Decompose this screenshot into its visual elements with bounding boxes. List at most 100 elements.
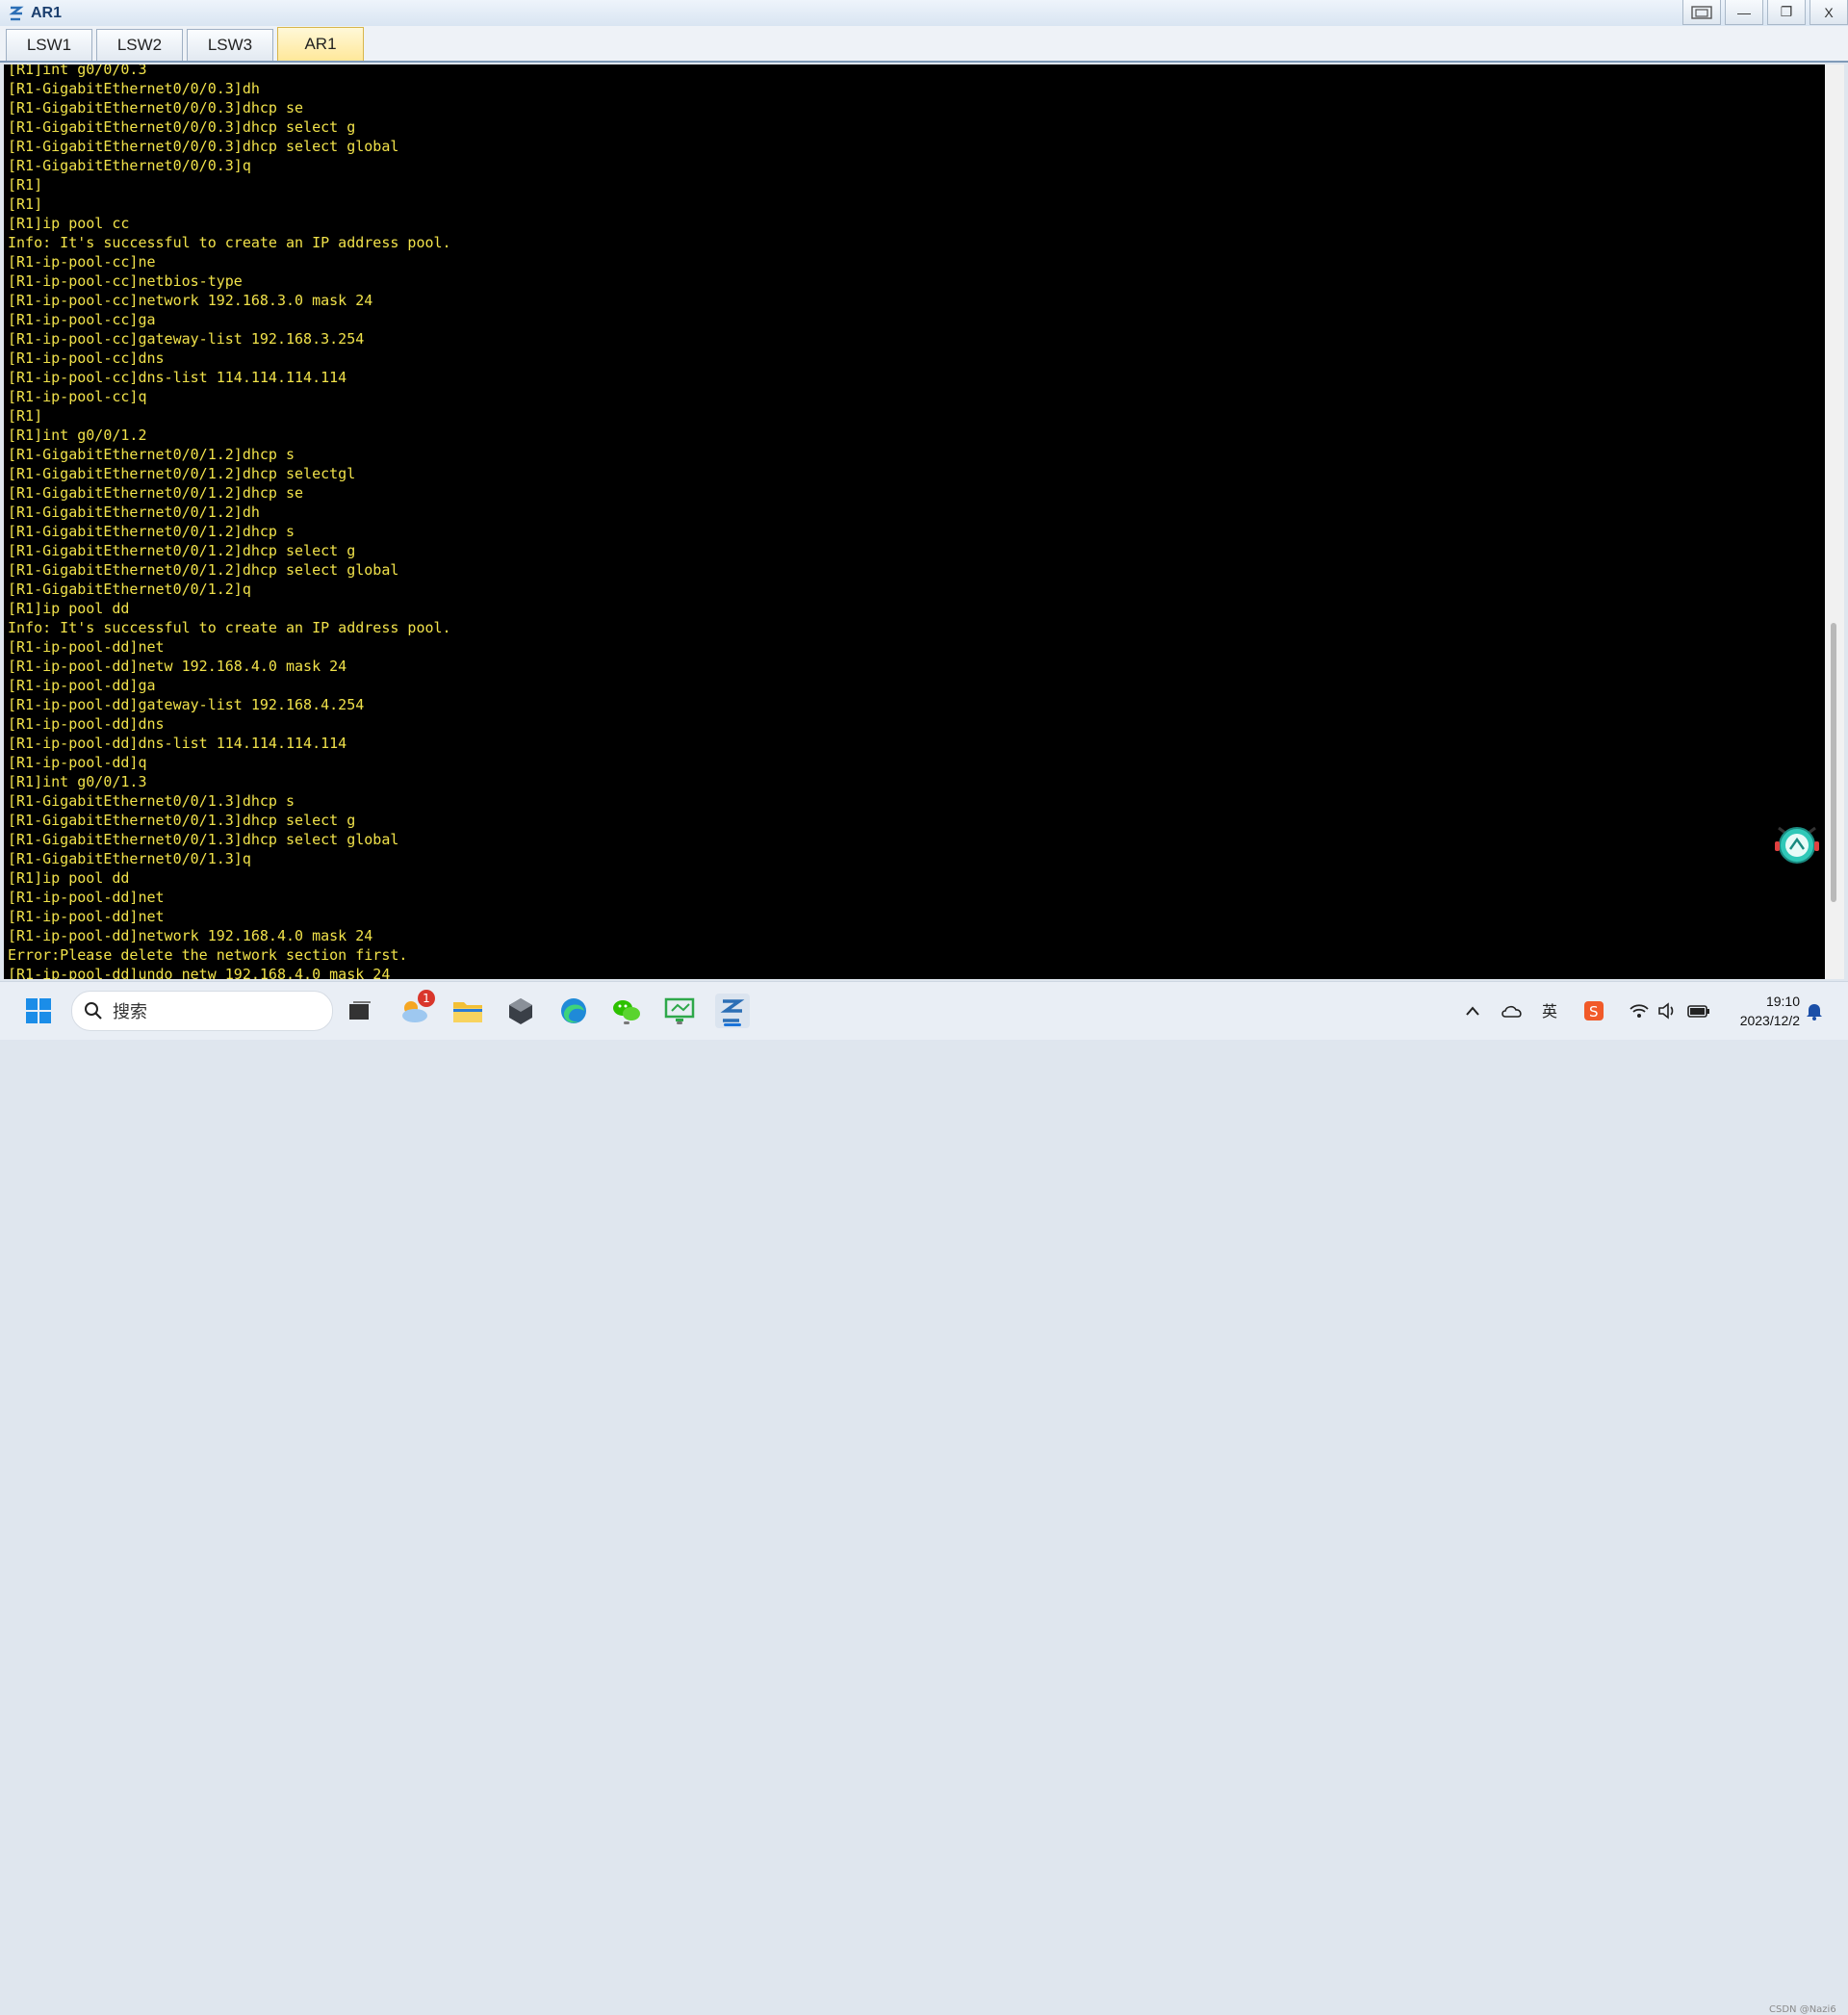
maximize-button[interactable]: ❐ [1767, 0, 1806, 25]
svg-text:英: 英 [1542, 1002, 1557, 1020]
terminal-line: [R1-ip-pool-cc]q [8, 388, 147, 405]
onedrive-tray[interactable] [1500, 999, 1525, 1022]
wifi-tray[interactable] [1627, 999, 1652, 1022]
device-tab-bar: LSW1 LSW2 LSW3 AR1 [0, 26, 1848, 63]
ime-tray[interactable]: 英 [1538, 999, 1563, 1022]
terminal-line: [R1-ip-pool-cc]netbios-type [8, 272, 243, 290]
virtualbox-button[interactable] [503, 994, 538, 1028]
floating-assistant-icon[interactable] [1773, 820, 1821, 865]
terminal-line: [R1]int g0/0/1.2 [8, 426, 147, 444]
weather-badge: 1 [418, 990, 435, 1007]
window-titlebar: AR1 — ❐ X [0, 0, 1848, 27]
battery-tray[interactable] [1686, 999, 1711, 1022]
terminal-line: [R1] [8, 176, 43, 194]
terminal-line: [R1-GigabitEthernet0/0/0.3]dh [8, 80, 260, 97]
terminal-line: [R1-ip-pool-dd]net [8, 889, 165, 906]
terminal-line: [R1-GigabitEthernet0/0/0.3]dhcp select g… [8, 138, 399, 155]
terminal-line: [R1-ip-pool-cc]network 192.168.3.0 mask … [8, 292, 373, 309]
terminal-line: [R1]ip pool dd [8, 600, 130, 617]
terminal-line: [R1-GigabitEthernet0/0/1.3]dhcp select g [8, 812, 356, 829]
wechat-icon [613, 1000, 640, 1020]
ensp-app-icon [9, 6, 24, 20]
wifi-icon [1630, 1004, 1649, 1018]
terminal-line: [R1-GigabitEthernet0/0/1.2]dhcp selectgl [8, 465, 356, 482]
terminal-line: [R1-ip-pool-cc]dns-list 114.114.114.114 [8, 369, 347, 386]
folder-icon [453, 1002, 482, 1022]
terminal-line: [R1-GigabitEthernet0/0/0.3]q [8, 157, 251, 174]
clock-time: 19:10 [1765, 994, 1800, 1009]
close-button[interactable]: X [1810, 0, 1848, 25]
console-terminal[interactable]: [R1]int g0/0/0.3 [R1-GigabitEthernet0/0/0… [4, 65, 1825, 979]
terminal-line: [R1-ip-pool-dd]dns [8, 715, 165, 733]
bell-icon [1807, 1004, 1822, 1020]
tab-lsw3[interactable]: LSW3 [187, 29, 273, 61]
terminal-line: [R1-GigabitEthernet0/0/1.3]dhcp select g… [8, 831, 399, 848]
terminal-line: [R1-GigabitEthernet0/0/0.3]dhcp se [8, 99, 304, 116]
terminal-line: Info: It's successful to create an IP ad… [8, 234, 451, 251]
terminal-line: [R1-GigabitEthernet0/0/1.3]dhcp s [8, 792, 295, 810]
terminal-line: [R1-ip-pool-dd]gateway-list 192.168.4.25… [8, 696, 365, 713]
search-placeholder: 搜索 [113, 1002, 147, 1022]
chevron-up-icon [1466, 1006, 1479, 1016]
terminal-line: [R1-GigabitEthernet0/0/1.2]q [8, 581, 251, 598]
sogou-tray[interactable]: S [1581, 999, 1606, 1022]
taskbar-clock[interactable]: 19:10 2023/12/2 [1723, 992, 1800, 1030]
terminal-line: [R1-ip-pool-dd]dns-list 114.114.114.114 [8, 735, 347, 752]
terminal-line: [R1-GigabitEthernet0/0/1.2]dhcp s [8, 446, 295, 463]
file-explorer-button[interactable] [450, 994, 485, 1028]
taskbar: 搜索 1 英 S 19:10 2023/12/2 CSDN @Nazi6 [0, 981, 1848, 2015]
terminal-line: Error:Please delete the network section … [8, 946, 408, 964]
tab-ar1[interactable]: AR1 [277, 27, 364, 61]
terminal-line: [R1]ip pool dd [8, 869, 130, 887]
weather-widget[interactable]: 1 [397, 990, 435, 1028]
terminal-line: [R1-ip-pool-dd]netw 192.168.4.0 mask 24 [8, 658, 347, 675]
sogou-icon: S [1584, 1001, 1604, 1020]
terminal-line: [R1]ip pool cc [8, 215, 130, 232]
terminal-line: [R1-GigabitEthernet0/0/0.3]dhcp select g [8, 118, 356, 136]
ensp-app-icon [720, 999, 745, 1022]
task-view-button[interactable] [343, 994, 377, 1028]
cube-app-icon [509, 998, 532, 1024]
terminal-line: [R1-GigabitEthernet0/0/1.2]dhcp se [8, 484, 304, 502]
terminal-line: [R1] [8, 407, 43, 425]
terminal-line: [R1-GigabitEthernet0/0/1.2]dh [8, 504, 260, 521]
remote-desktop-button[interactable] [662, 994, 697, 1028]
taskbar-search[interactable]: 搜索 [71, 991, 333, 1031]
clock-date: 2023/12/2 [1739, 1013, 1800, 1028]
terminal-line: [R1-ip-pool-dd]undo netw 192.168.4.0 mas… [8, 966, 391, 979]
terminal-line: [R1-GigabitEthernet0/0/1.3]q [8, 850, 251, 867]
minimize-button[interactable]: — [1725, 0, 1763, 25]
terminal-line: [R1-ip-pool-cc]ne [8, 253, 156, 271]
svg-text:S: S [1589, 1003, 1599, 1020]
terminal-line: Info: It's successful to create an IP ad… [8, 619, 451, 636]
terminal-scrollbar[interactable] [1825, 65, 1844, 979]
input-method-icon: 英 [1542, 1002, 1557, 1020]
terminal-output: [R1]int g0/0/0.3 [R1-GigabitEthernet0/0/0… [8, 65, 451, 979]
terminal-line: [R1-ip-pool-dd]net [8, 908, 165, 925]
notification-tray[interactable] [1802, 999, 1827, 1022]
search-icon [85, 1002, 102, 1020]
terminal-line: [R1-GigabitEthernet0/0/1.2]dhcp s [8, 523, 295, 540]
terminal-line: [R1-GigabitEthernet0/0/1.2]dhcp select g [8, 542, 356, 559]
restore-layout-button[interactable] [1682, 0, 1721, 25]
ensp-taskbar-button[interactable] [715, 994, 750, 1028]
terminal-line: [R1] [8, 195, 43, 213]
tab-lsw2[interactable]: LSW2 [96, 29, 183, 61]
windows-logo-icon [26, 998, 51, 1023]
edge-browser-icon [561, 998, 586, 1023]
terminal-line: [R1]int g0/0/0.3 [8, 65, 147, 78]
start-button[interactable] [21, 994, 56, 1028]
cloud-icon [1502, 1005, 1522, 1018]
running-indicator [624, 1021, 629, 1024]
volume-tray[interactable] [1656, 999, 1681, 1022]
terminal-line: [R1-ip-pool-dd]network 192.168.4.0 mask … [8, 927, 373, 944]
wechat-button[interactable] [609, 994, 644, 1028]
edge-browser-button[interactable] [556, 994, 591, 1028]
tab-lsw1[interactable]: LSW1 [6, 29, 92, 61]
restore-layout-icon [1691, 5, 1712, 19]
terminal-line: [R1-ip-pool-cc]gateway-list 192.168.3.25… [8, 330, 365, 348]
terminal-line: [R1-ip-pool-dd]q [8, 754, 147, 771]
tray-overflow-button[interactable] [1460, 999, 1485, 1022]
terminal-line: [R1-ip-pool-dd]ga [8, 677, 156, 694]
scrollbar-thumb[interactable] [1831, 623, 1836, 902]
